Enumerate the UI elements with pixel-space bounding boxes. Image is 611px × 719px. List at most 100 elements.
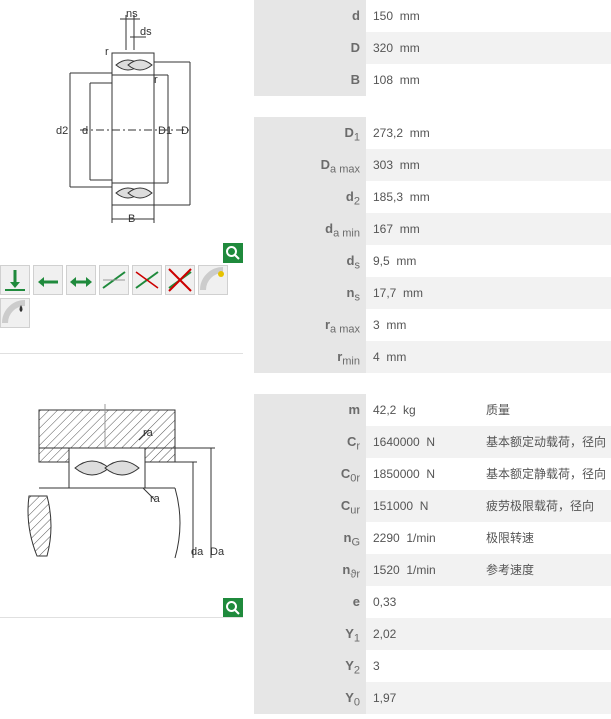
- spec-row: m 42,2 kg 质量: [254, 394, 611, 426]
- spec-description: 基本额定动载荷，径向: [486, 435, 607, 449]
- spec-row: Y1 2,02: [254, 618, 611, 650]
- D1-label: D1: [158, 125, 172, 137]
- specs-panel: d 150 mm D 320 mm B 108 mm D1 273,2 mm Da max 30…: [254, 0, 611, 714]
- spec-value: 167 mm: [366, 213, 611, 245]
- spec-symbol-sub: 0: [353, 696, 360, 709]
- spec-symbol: C0r: [254, 458, 366, 490]
- spec-number: 185,3: [373, 190, 404, 204]
- spec-row: nϑr 1520 1/min 参考速度: [254, 554, 611, 586]
- spec-number: 1520: [373, 563, 400, 577]
- spec-row: D 320 mm: [254, 32, 611, 64]
- Da-label: Da: [210, 546, 225, 558]
- spec-value: 320 mm: [366, 32, 611, 64]
- spec-symbol: rmin: [254, 341, 366, 373]
- spec-row: Cur 151000 N 疲劳极限载荷，径向: [254, 490, 611, 522]
- spec-symbol-sub: a max: [330, 163, 360, 176]
- r-top-label: r: [105, 46, 109, 58]
- spec-value: 3: [366, 650, 611, 682]
- spec-value: 303 mm: [366, 149, 611, 181]
- spec-number: 1640000: [373, 435, 420, 449]
- spec-value: 9,5 mm: [366, 245, 611, 277]
- spec-symbol: Da max: [254, 149, 366, 181]
- spec-unit: mm: [386, 350, 407, 364]
- zoom-button[interactable]: [223, 243, 243, 263]
- spec-value: 2,02: [366, 618, 611, 650]
- spec-description: 极限转速: [486, 531, 535, 545]
- sealed-icon[interactable]: [198, 265, 228, 295]
- divider: [0, 617, 243, 618]
- spec-symbol-main: n: [346, 285, 355, 300]
- spec-symbol: Y2: [254, 650, 366, 682]
- B-label: B: [128, 213, 135, 225]
- spec-row: D1 273,2 mm: [254, 117, 611, 149]
- spec-symbol-main: Y: [345, 690, 354, 705]
- spec-number: 303: [373, 158, 394, 172]
- oil-lubrication-icon[interactable]: [0, 298, 30, 328]
- spec-description: 基本额定静载荷，径向: [486, 467, 607, 481]
- spec-symbol: d: [254, 0, 366, 32]
- spec-symbol-main: D: [344, 125, 354, 140]
- ds-label: ds: [140, 26, 152, 38]
- spec-row: d2 185,3 mm: [254, 181, 611, 213]
- spec-symbol-main: B: [350, 72, 360, 87]
- spec-description: 疲劳极限载荷，径向: [486, 499, 595, 513]
- spec-row: Y0 1,97: [254, 682, 611, 714]
- spec-number: 3: [373, 659, 380, 673]
- spec-unit: mm: [396, 254, 417, 268]
- spec-number: 42,2: [373, 403, 397, 417]
- spec-row: B 108 mm: [254, 64, 611, 96]
- spec-symbol: nG: [254, 522, 366, 554]
- spec-row: ra max 3 mm: [254, 309, 611, 341]
- ra-top-label: ra: [143, 427, 154, 439]
- spec-unit: mm: [399, 222, 420, 236]
- spec-number: 273,2: [373, 126, 404, 140]
- property-icons-row-2: [0, 298, 30, 328]
- spec-symbol: Y1: [254, 618, 366, 650]
- mounting-drawing: ra ra da Da: [27, 404, 225, 559]
- spec-symbol: Y0: [254, 682, 366, 714]
- spec-unit: mm: [403, 286, 424, 300]
- spec-unit: mm: [386, 318, 407, 332]
- spec-row: ns 17,7 mm: [254, 277, 611, 309]
- spec-symbol: da min: [254, 213, 366, 245]
- spec-unit: N: [419, 499, 429, 513]
- d-label: d: [82, 125, 88, 137]
- spec-number: 4: [373, 350, 380, 364]
- no-tilt-icon[interactable]: [165, 265, 195, 295]
- spec-row: rmin 4 mm: [254, 341, 611, 373]
- spec-unit: N: [426, 435, 436, 449]
- spec-symbol-sub: G: [351, 536, 360, 549]
- magnifier-icon: [226, 246, 240, 260]
- ns-label: ns: [126, 8, 138, 20]
- spec-symbol: ns: [254, 277, 366, 309]
- spec-symbol-main: e: [352, 594, 360, 609]
- spec-number: 167: [373, 222, 394, 236]
- axial-load-both-directions-icon[interactable]: [66, 265, 96, 295]
- spec-symbol-main: d: [345, 189, 354, 204]
- spec-row: Y2 3: [254, 650, 611, 682]
- spec-symbol-main: D: [320, 157, 331, 172]
- spec-symbol-main: Y: [345, 626, 354, 641]
- spec-value: 108 mm: [366, 64, 611, 96]
- axial-load-one-direction-icon[interactable]: [33, 265, 63, 295]
- spec-symbol-main: m: [348, 402, 360, 417]
- spec-number: 17,7: [373, 286, 397, 300]
- misalignment-compensation-icon[interactable]: [132, 265, 162, 295]
- spec-description: 参考速度: [486, 563, 535, 577]
- spec-row: nG 2290 1/min 极限转速: [254, 522, 611, 554]
- spec-number: 9,5: [373, 254, 390, 268]
- spec-number: 1850000: [373, 467, 420, 481]
- spec-symbol-main: C: [340, 466, 351, 481]
- ra-bottom-label: ra: [150, 493, 161, 505]
- misalignment-icon[interactable]: [99, 265, 129, 295]
- spec-symbol-main: d: [325, 221, 334, 236]
- spec-value: 150 mm: [366, 0, 611, 32]
- spec-number: 320: [373, 41, 394, 55]
- spec-value: 0,33: [366, 586, 611, 618]
- zoom-button[interactable]: [223, 598, 243, 618]
- radial-load-icon[interactable]: [0, 265, 30, 295]
- spec-unit: 1/min: [406, 563, 436, 577]
- spec-symbol-sub: r: [356, 440, 360, 453]
- divider: [0, 353, 243, 354]
- spec-value: 4 mm: [366, 341, 611, 373]
